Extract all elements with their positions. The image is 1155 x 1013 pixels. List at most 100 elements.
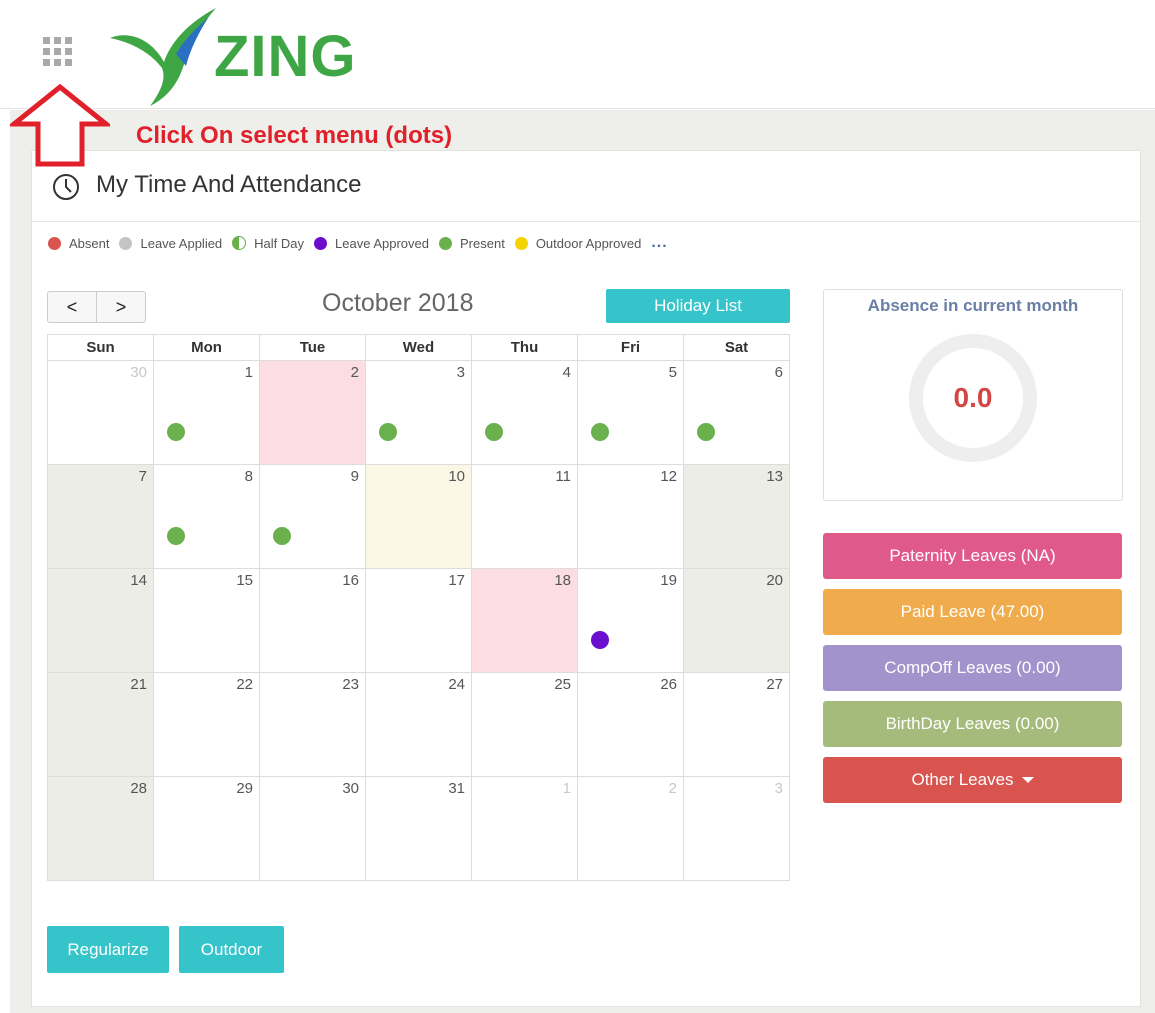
calendar-day-cell[interactable]: 6	[683, 360, 790, 465]
legend-label: Leave Applied	[140, 235, 223, 251]
leave-button-label: Paternity Leaves (NA)	[889, 546, 1056, 565]
legend-label: Half Day	[254, 235, 305, 251]
legend-outdoor-approved: Outdoor Approved	[514, 236, 641, 251]
legend-half-day: Half Day	[232, 236, 304, 251]
calendar-day-cell[interactable]: 3	[683, 776, 790, 881]
weekday-fri: Fri	[577, 334, 684, 361]
absence-value: 0.0	[953, 382, 993, 413]
attendance-panel: My Time And Attendance Absent Leave Appl…	[31, 150, 1141, 1007]
leave-approved-dot-icon	[591, 631, 609, 649]
legend-leave-applied: Leave Applied	[119, 236, 222, 251]
calendar-day-cell[interactable]: 9	[259, 464, 366, 569]
day-number: 4	[562, 364, 571, 381]
calendar-day-cell[interactable]: 13	[683, 464, 790, 569]
day-number: 2	[668, 780, 677, 797]
day-number: 10	[448, 468, 465, 485]
day-number: 18	[554, 572, 571, 589]
day-number: 30	[130, 364, 147, 381]
weekday-header-row: Sun Mon Tue Wed Thu Fri Sat	[47, 334, 790, 361]
calendar-grid: Sun Mon Tue Wed Thu Fri Sat 30 1 2 3 4 5 6 7 8 9 10 11 12 1…	[47, 334, 790, 881]
calendar-day-cell[interactable]: 3	[365, 360, 472, 465]
day-number: 8	[244, 468, 253, 485]
day-number: 26	[660, 676, 677, 693]
calendar-day-cell[interactable]: 18	[471, 568, 578, 673]
legend-label: Present	[460, 235, 505, 251]
calendar-day-cell[interactable]: 12	[577, 464, 684, 569]
calendar-day-cell[interactable]: 31	[365, 776, 472, 881]
calendar-day-cell[interactable]: 16	[259, 568, 366, 673]
weekday-mon: Mon	[153, 334, 260, 361]
calendar-day-cell[interactable]: 2	[259, 360, 366, 465]
day-number: 1	[562, 780, 571, 797]
weekday-sat: Sat	[683, 334, 790, 361]
calendar-day-cell[interactable]: 4	[471, 360, 578, 465]
grid-dots-icon[interactable]	[40, 34, 80, 74]
calendar-day-cell[interactable]: 8	[153, 464, 260, 569]
calendar-day-cell[interactable]: 20	[683, 568, 790, 673]
calendar-day-cell[interactable]: 1	[471, 776, 578, 881]
calendar-day-cell[interactable]: 25	[471, 672, 578, 777]
calendar-day-cell[interactable]: 26	[577, 672, 684, 777]
day-number: 11	[555, 468, 571, 485]
paid-leave-button[interactable]: Paid Leave (47.00)	[823, 589, 1122, 635]
day-number: 1	[244, 364, 253, 381]
compoff-leaves-button[interactable]: CompOff Leaves (0.00)	[823, 645, 1122, 691]
calendar-day-cell[interactable]: 28	[47, 776, 154, 881]
present-dot-icon	[273, 527, 291, 545]
calendar-day-cell[interactable]: 27	[683, 672, 790, 777]
legend-label: Absent	[69, 235, 110, 251]
calendar-day-cell[interactable]: 7	[47, 464, 154, 569]
leave-button-label: Paid Leave (47.00)	[900, 602, 1045, 621]
calendar-week-row: 7 8 9 10 11 12 13	[47, 464, 790, 569]
calendar-day-cell[interactable]: 1	[153, 360, 260, 465]
calendar-day-cell[interactable]: 21	[47, 672, 154, 777]
present-dot-icon	[697, 423, 715, 441]
page-header: My Time And Attendance	[32, 151, 1140, 222]
birthday-leaves-button[interactable]: BirthDay Leaves (0.00)	[823, 701, 1122, 747]
absence-donut: 0.0	[909, 334, 1037, 462]
leave-button-label: CompOff Leaves (0.00)	[884, 658, 1061, 677]
present-dot-icon	[379, 423, 397, 441]
zing-logo[interactable]: ZING	[104, 4, 356, 108]
paternity-leaves-button[interactable]: Paternity Leaves (NA)	[823, 533, 1122, 579]
month-title: October 2018	[322, 289, 474, 317]
calendar-day-cell[interactable]: 10	[365, 464, 472, 569]
calendar-day-cell[interactable]: 23	[259, 672, 366, 777]
status-legend: Absent Leave Applied Half Day Leave Appr…	[48, 233, 668, 253]
weekday-tue: Tue	[259, 334, 366, 361]
calendar-week-row: 14 15 16 17 18 19 20	[47, 568, 790, 673]
prev-month-button[interactable]: <	[48, 292, 97, 322]
outdoor-approved-dot-icon	[514, 236, 528, 250]
regularize-button[interactable]: Regularize	[47, 926, 169, 973]
day-number: 16	[342, 572, 359, 589]
calendar-day-cell[interactable]: 22	[153, 672, 260, 777]
calendar-day-cell[interactable]: 30	[259, 776, 366, 881]
day-number: 23	[342, 676, 359, 693]
holiday-list-button[interactable]: Holiday List	[606, 289, 790, 323]
day-number: 21	[130, 676, 147, 693]
outdoor-button[interactable]: Outdoor	[179, 926, 284, 973]
leave-button-label: Other Leaves	[911, 770, 1014, 789]
calendar-day-cell[interactable]: 17	[365, 568, 472, 673]
day-number: 31	[448, 780, 465, 797]
calendar-day-cell[interactable]: 15	[153, 568, 260, 673]
calendar-day-cell[interactable]: 11	[471, 464, 578, 569]
calendar-day-cell[interactable]: 29	[153, 776, 260, 881]
calendar-day-cell[interactable]: 24	[365, 672, 472, 777]
calendar-day-cell[interactable]: 14	[47, 568, 154, 673]
present-dot-icon	[591, 423, 609, 441]
annotation-text: Click On select menu (dots)	[136, 122, 453, 149]
present-dot-icon	[167, 527, 185, 545]
leave-applied-dot-icon	[119, 236, 133, 250]
calendar-day-cell[interactable]: 19	[577, 568, 684, 673]
hummingbird-icon	[110, 8, 216, 106]
calendar-day-cell[interactable]: 2	[577, 776, 684, 881]
day-number: 5	[668, 364, 677, 381]
present-dot-icon	[439, 236, 452, 250]
legend-more-button[interactable]: ...	[651, 234, 667, 252]
calendar-day-cell[interactable]: 5	[577, 360, 684, 465]
other-leaves-dropdown[interactable]: Other Leaves	[823, 757, 1122, 803]
next-month-button[interactable]: >	[97, 292, 145, 322]
calendar-day-cell[interactable]: 30	[47, 360, 154, 465]
leave-button-label: BirthDay Leaves (0.00)	[885, 714, 1060, 733]
